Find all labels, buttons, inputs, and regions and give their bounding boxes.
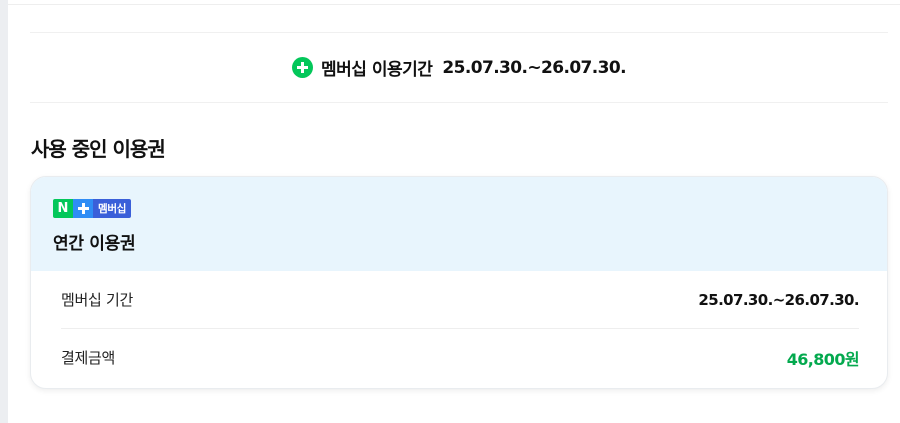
pass-name: 연간 이용권 bbox=[53, 234, 136, 254]
row-label: 멤버십 기간 bbox=[61, 291, 133, 309]
membership-period-label: 멤버십 이용기간 bbox=[321, 60, 433, 80]
membership-period-value: 25.07.30.~26.07.30. bbox=[442, 57, 626, 78]
payment-amount-row: 결제금액 46,800원 bbox=[61, 328, 860, 386]
section-title: 사용 중인 이용권 bbox=[31, 137, 166, 161]
badge-n-logo: N bbox=[53, 199, 73, 218]
pass-card-body: 멤버십 기간 25.07.30.~26.07.30. 결제금액 46,800원 bbox=[31, 271, 887, 386]
left-rail bbox=[0, 0, 8, 423]
active-pass-card: N 멤버십 연간 이용권 멤버십 기간 25.07.30.~26.07.30. … bbox=[30, 176, 888, 389]
pass-card-header: N 멤버십 연간 이용권 bbox=[31, 177, 887, 271]
naver-plus-membership-badge: N 멤버십 bbox=[53, 199, 132, 218]
membership-period-banner: 멤버십 이용기간 25.07.30.~26.07.30. bbox=[30, 32, 888, 103]
top-divider bbox=[8, 4, 900, 5]
plus-icon bbox=[73, 199, 93, 218]
row-value: 25.07.30.~26.07.30. bbox=[698, 290, 859, 309]
row-label: 결제금액 bbox=[61, 349, 116, 367]
badge-membership-text: 멤버십 bbox=[93, 199, 132, 218]
payment-amount-value: 46,800원 bbox=[786, 349, 860, 369]
membership-period-row: 멤버십 기간 25.07.30.~26.07.30. bbox=[61, 271, 860, 328]
plus-circle-icon bbox=[292, 57, 314, 78]
